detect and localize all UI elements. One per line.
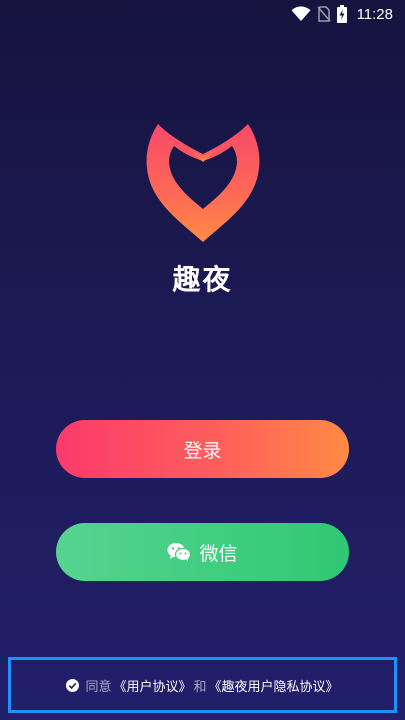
privacy-agreement-link[interactable]: 《趣夜用户隐私协议》 <box>209 676 339 695</box>
login-button[interactable]: 登录 <box>56 420 349 478</box>
login-screen: 11:28 趣夜 登录 微信 同意 《用户协议》 和 《趣夜用户隐私协议》 <box>0 0 405 720</box>
agreement-prefix: 同意 <box>85 679 112 695</box>
status-time: 11:28 <box>356 5 393 23</box>
check-circle-icon[interactable] <box>66 678 80 692</box>
wifi-icon <box>291 6 311 22</box>
user-agreement-link[interactable]: 《用户协议》 <box>113 676 191 695</box>
app-name: 趣夜 <box>172 263 233 296</box>
battery-charging-icon <box>336 5 347 23</box>
wechat-icon <box>167 542 192 562</box>
login-button-label: 登录 <box>183 439 222 462</box>
agreement-row: 同意 《用户协议》 和 《趣夜用户隐私协议》 <box>8 657 397 713</box>
wechat-login-button[interactable]: 微信 <box>56 523 349 581</box>
agreement-conjunction: 和 <box>193 679 207 695</box>
no-sim-icon <box>316 6 331 22</box>
wechat-button-label: 微信 <box>199 542 238 565</box>
heart-fox-logo <box>144 120 262 244</box>
status-bar: 11:28 <box>0 0 405 28</box>
